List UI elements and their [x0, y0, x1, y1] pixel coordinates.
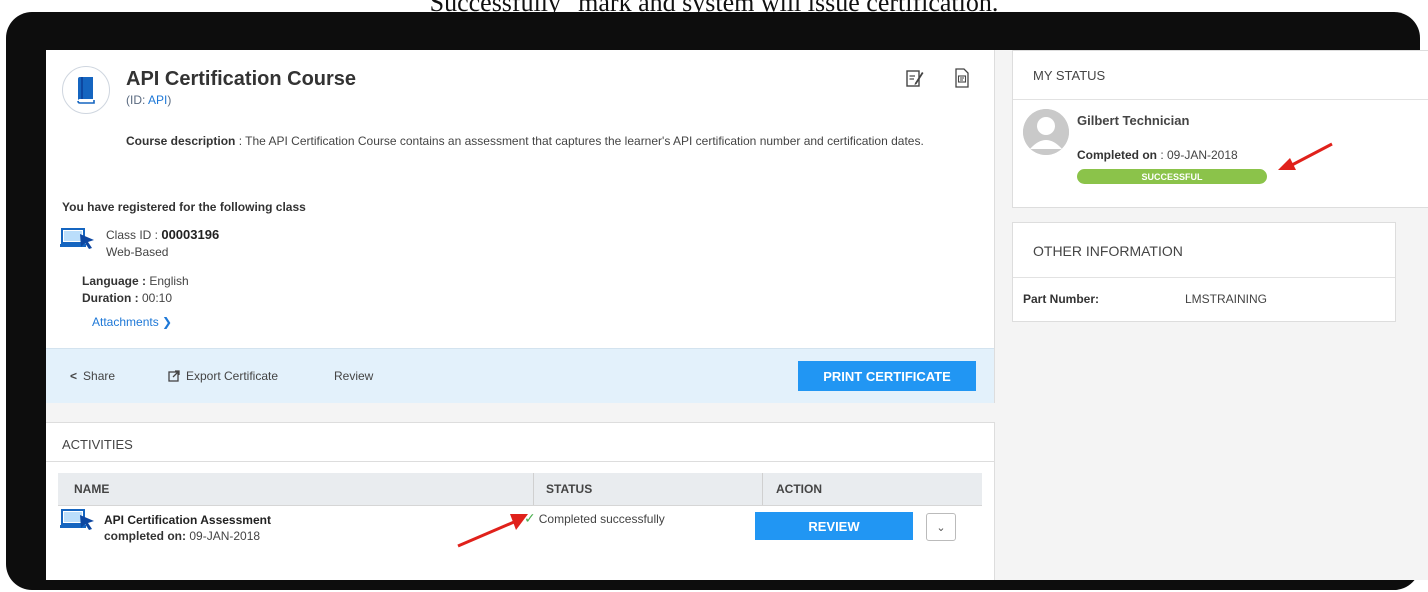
annotation-arrow-icon [454, 510, 530, 555]
activities-card: ACTIVITIES NAME STATUS ACTION API Certif… [46, 422, 995, 580]
column-header-status: STATUS [546, 482, 593, 496]
print-certificate-button[interactable]: PRINT CERTIFICATE [798, 361, 976, 391]
divider [1013, 277, 1395, 278]
class-duration: Duration : 00:10 [82, 291, 173, 305]
divider [46, 461, 994, 462]
my-status-title: MY STATUS [1033, 68, 1106, 83]
course-id: (ID: API) [126, 93, 172, 107]
activity-name: API Certification Assessment [104, 513, 271, 527]
other-information-card: OTHER INFORMATION Part Number: LMSTRAINI… [1012, 222, 1396, 322]
class-language: Language : English [82, 274, 189, 288]
document-icon[interactable] [954, 68, 972, 88]
screenshot-frame: API Certification Course (ID: API) Cours… [6, 12, 1428, 590]
annotation-arrow-icon [1276, 140, 1336, 179]
course-description: Course description : The API Certificati… [126, 134, 924, 148]
web-based-class-icon [60, 509, 96, 536]
other-information-title: OTHER INFORMATION [1033, 243, 1183, 259]
more-actions-dropdown[interactable]: ⌄ [926, 513, 956, 541]
external-link-icon [168, 370, 180, 385]
class-id: Class ID : 00003196 [106, 227, 220, 242]
course-action-bar: < Share Export Certificate Review PRINT C… [46, 348, 994, 403]
review-link[interactable]: Review [334, 369, 373, 383]
completed-on: Completed on : 09-JAN-2018 [1077, 148, 1238, 162]
course-title: API Certification Course [126, 68, 357, 90]
share-button[interactable]: < Share [70, 369, 115, 383]
class-type: Web-Based [106, 245, 169, 259]
avatar [1023, 109, 1069, 155]
activities-title: ACTIVITIES [62, 437, 133, 452]
course-book-icon [62, 66, 110, 114]
divider [1013, 99, 1428, 100]
course-id-value: API [148, 93, 168, 107]
user-name: Gilbert Technician [1077, 113, 1190, 128]
course-details-card: API Certification Course (ID: API) Cours… [46, 50, 995, 403]
edit-note-icon[interactable] [906, 68, 924, 88]
share-icon: < [70, 369, 78, 383]
column-header-name: NAME [74, 482, 110, 496]
chevron-right-icon: ❯ [162, 315, 173, 329]
activity-status: ✓ Completed successfully [524, 510, 665, 526]
export-certificate-button[interactable]: Export Certificate [168, 369, 278, 385]
app-screen: API Certification Course (ID: API) Cours… [46, 50, 1428, 580]
attachments-link[interactable]: Attachments ❯ [92, 315, 172, 329]
part-number-label: Part Number: [1023, 292, 1100, 306]
my-status-card: MY STATUS Gilbert Technician Completed o… [1012, 50, 1428, 208]
chevron-down-icon: ⌄ [936, 521, 946, 534]
status-badge: SUCCESSFUL [1077, 169, 1267, 184]
activity-completed-date: completed on: 09-JAN-2018 [104, 529, 261, 543]
activities-table-header: NAME STATUS ACTION [58, 473, 982, 506]
column-header-action: ACTION [776, 482, 822, 496]
web-based-class-icon [60, 228, 96, 255]
part-number-value: LMSTRAINING [1185, 292, 1268, 306]
review-button[interactable]: REVIEW [755, 512, 913, 540]
registration-heading: You have registered for the following cl… [62, 200, 306, 214]
